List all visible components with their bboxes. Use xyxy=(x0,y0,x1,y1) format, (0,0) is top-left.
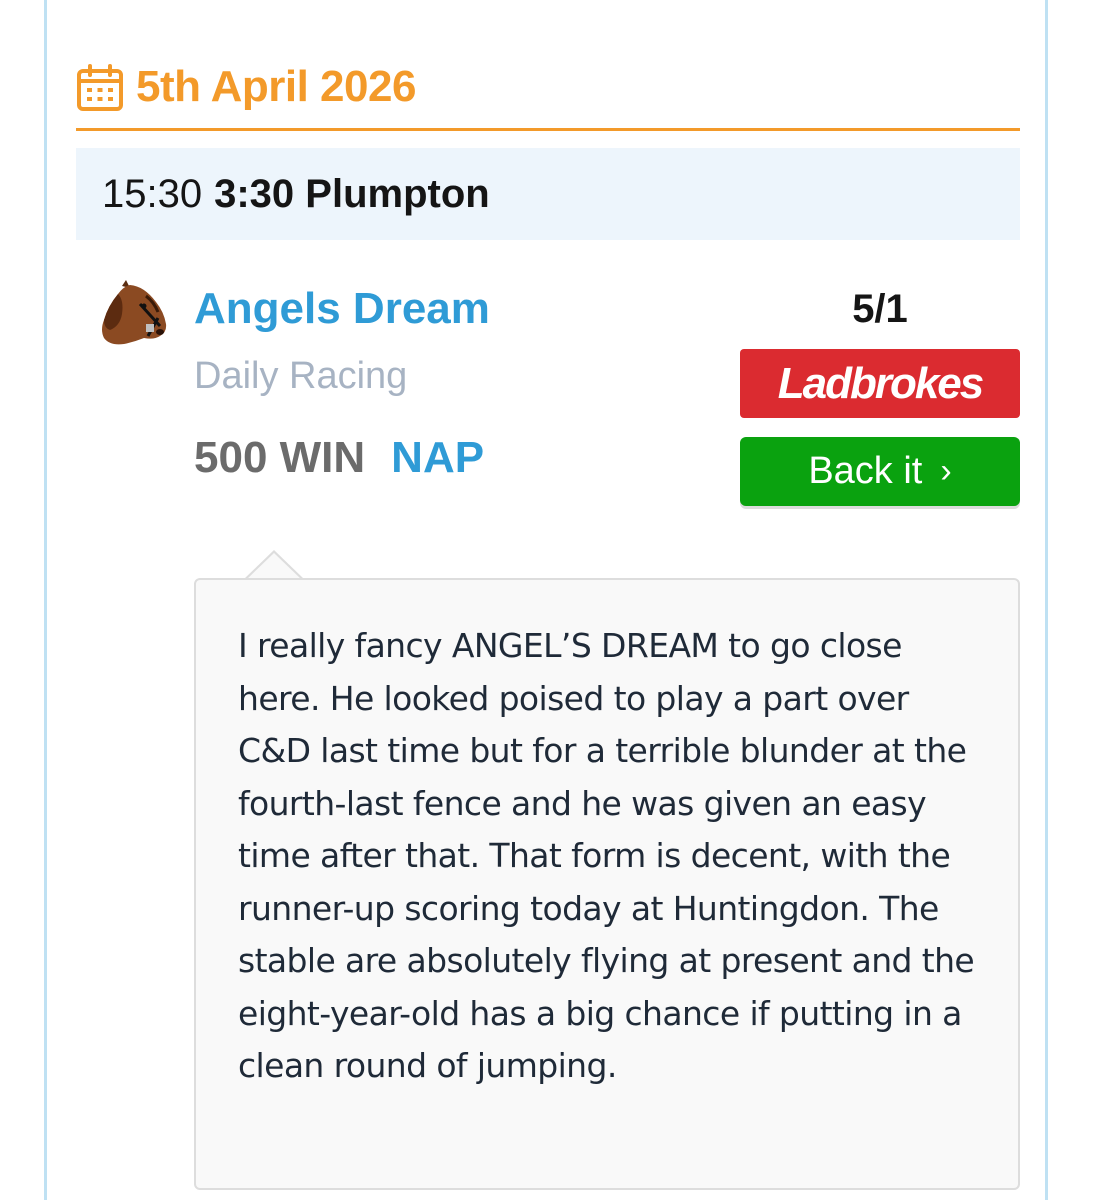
tip-comment-box: I really fancy ANGEL’S DREAM to go close… xyxy=(194,578,1020,1190)
tip-comment-text: I really fancy ANGEL’S DREAM to go close… xyxy=(238,626,975,1085)
calendar-icon xyxy=(77,64,123,111)
comment-pointer-fill xyxy=(246,553,302,580)
odds-value: 5/1 xyxy=(852,287,908,331)
horse-head-icon xyxy=(102,280,167,345)
horse-name-link[interactable]: Angels Dream xyxy=(194,282,490,336)
nap-tag: NAP xyxy=(391,433,485,482)
bookmaker-name: Ladbrokes xyxy=(777,358,985,408)
stake-label: 500 WIN xyxy=(194,433,366,482)
race-title: 3:30 Plumpton xyxy=(214,171,490,216)
stake-row: 500 WIN NAP xyxy=(194,430,484,486)
tipster-name: Daily Racing xyxy=(194,355,408,397)
back-it-label: Back it xyxy=(808,450,923,492)
chevron-right-icon: › xyxy=(940,452,952,490)
back-it-button[interactable]: Back it › xyxy=(740,437,1020,506)
bookmaker-logo[interactable]: Ladbrokes xyxy=(740,349,1020,418)
race-time: 15:30 xyxy=(102,171,203,216)
date-header: 5th April 2026 xyxy=(76,58,1020,131)
date-label: 5th April 2026 xyxy=(136,62,416,111)
race-header[interactable]: 15:30 3:30 Plumpton xyxy=(76,148,1020,240)
